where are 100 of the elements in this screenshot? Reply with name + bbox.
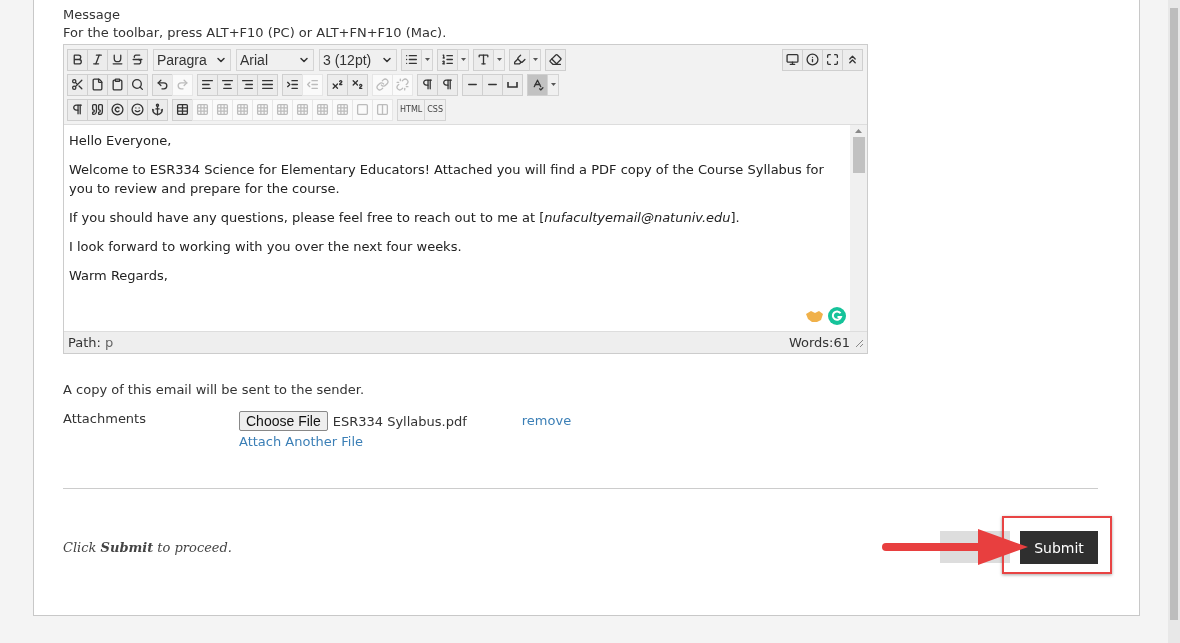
toolbar-select[interactable]: Arial [236,48,314,71]
link-icon [376,78,389,91]
scissors-icon [71,78,84,91]
toolbar-button[interactable] [217,73,238,96]
editor-scrollbar[interactable] [850,125,867,331]
path-indicator: Path: p [68,335,114,350]
search-icon [131,78,144,91]
toolbar-hint: For the toolbar, press ALT+F10 (PC) or ALT+FN+F10 (Mac). [63,24,448,42]
split-cell-icon [376,103,389,116]
toolbar-button[interactable] [197,73,218,96]
align-justify-icon [261,78,274,91]
cell-square-icon [356,103,369,116]
scroll-up-icon [855,129,862,133]
highlighter-icon [513,53,526,66]
underline-icon [111,53,124,66]
text-color-icon [477,53,490,66]
toolbar-button[interactable] [842,48,863,71]
table-row-icon [236,103,249,116]
submit-button[interactable]: Submit [1020,531,1098,564]
quote-icon [91,103,104,116]
resize-handle-icon[interactable] [854,338,863,347]
toolbar-button[interactable] [347,73,368,96]
scroll-thumb[interactable] [852,137,865,173]
table-column-icon [276,103,289,116]
table-icon [176,103,189,116]
copy-note: A copy of this email will be sent to the sender. [63,382,366,397]
toolbar-button[interactable] [237,73,258,96]
subscript-icon [351,78,364,91]
toolbar-button[interactable] [282,73,303,96]
toolbar-button[interactable] [147,98,168,121]
body-paragraph: If you should have any questions, please feel free to reach out to me at [nufacultyemail@natuniv.edu]. [69,209,741,227]
grammarly-icon [828,307,846,325]
spellcheck-icon [531,78,544,91]
table-row-icon [216,103,229,116]
toolbar-button[interactable] [401,48,422,71]
bullet-list-icon [405,53,418,66]
toolbar-button[interactable] [67,73,88,96]
body-paragraph: I look forward to working with you over the next four weeks. [69,238,463,256]
toolbar-button[interactable]: HTML [397,98,426,121]
caret-icon [496,58,502,61]
toolbar-button[interactable] [473,48,494,71]
toolbar-button[interactable] [327,73,348,96]
choose-file-button[interactable]: Choose File [239,411,328,431]
attach-another-link[interactable]: Attach Another File [239,434,467,449]
collapse-icon [846,53,859,66]
toolbar-button[interactable] [509,48,530,71]
paste-icon [111,78,124,91]
toolbar-button[interactable] [417,73,438,96]
toolbar-button[interactable] [502,73,523,96]
indent-icon [286,78,299,91]
body-paragraph: Hello Everyone, [69,132,173,150]
fullscreen-icon [826,53,839,66]
body-paragraph: Warm Regards, [69,267,169,285]
toolbar-button[interactable] [87,98,108,121]
toolbar-button[interactable] [545,48,566,71]
unlink-icon [396,78,409,91]
remove-link[interactable]: remove [521,413,1098,428]
toolbar-button[interactable] [257,73,278,96]
copy-icon [91,78,104,91]
toolbar-button[interactable] [172,98,193,121]
italic-icon [91,53,104,66]
toolbar-button[interactable] [437,73,458,96]
left-to-right-icon [421,78,434,91]
page-scrollbar[interactable] [1168,0,1180,643]
toolbar-button[interactable] [127,98,148,121]
toolbar-select[interactable]: 3 (12pt) [319,48,397,71]
info-icon [806,53,819,66]
message-label: Message [63,6,121,24]
right-to-left-icon [441,78,454,91]
smiley-icon [131,103,144,116]
toolbar-select[interactable]: Paragra [153,48,231,71]
toolbar-button[interactable] [107,73,128,96]
pilcrow-icon [71,103,84,116]
toolbar-button[interactable] [127,73,148,96]
space-icon [507,81,518,88]
caret-icon [550,83,556,86]
toolbar-button[interactable] [87,73,108,96]
toolbar-button[interactable] [107,48,128,71]
table-cell-icon [336,103,349,116]
toolbar-button[interactable] [437,48,458,71]
align-left-icon [201,78,214,91]
toolbar-button[interactable] [107,98,128,121]
toolbar-button[interactable] [67,48,88,71]
toolbar-button[interactable] [127,48,148,71]
table-column-icon [296,103,309,116]
toolbar-button[interactable] [782,48,803,71]
toolbar-button[interactable] [87,48,108,71]
toolbar-button[interactable]: CSS [424,98,446,121]
attachments-label: Attachments [63,411,147,426]
handshake-icon [805,309,824,323]
caret-icon [460,58,466,61]
toolbar-button[interactable] [822,48,843,71]
eraser-icon [549,53,562,66]
table-cell-icon [316,103,329,116]
toolbar-button[interactable] [67,98,88,121]
toolbar-button[interactable] [527,73,548,96]
toolbar-button[interactable] [802,48,823,71]
word-count: Words:61 [788,335,850,350]
toolbar-button[interactable] [152,73,173,96]
bold-icon [71,53,84,66]
